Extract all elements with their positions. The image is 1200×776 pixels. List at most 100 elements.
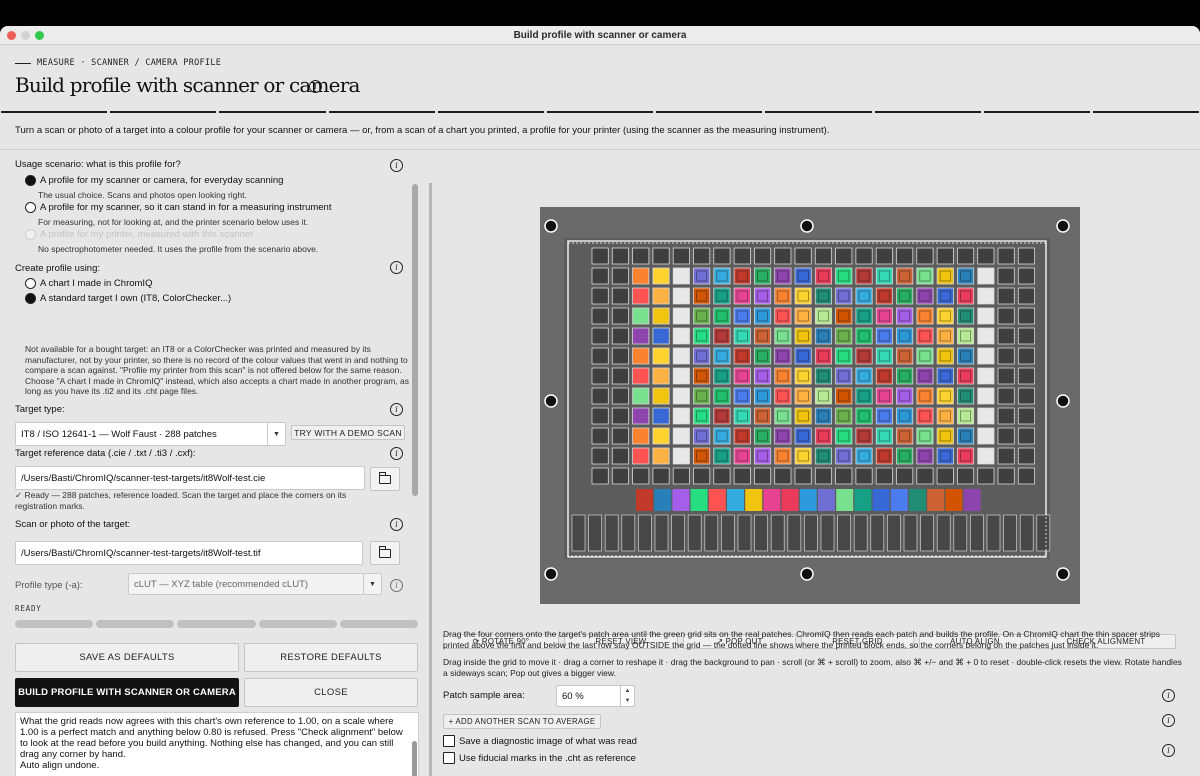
patch <box>956 347 975 365</box>
info-icon[interactable]: i <box>390 518 403 531</box>
patch <box>1017 407 1035 425</box>
scan-preview-canvas[interactable] <box>540 207 1080 604</box>
info-icon[interactable]: i <box>390 403 403 416</box>
patch <box>733 267 751 285</box>
patch <box>916 247 934 265</box>
close-button[interactable]: CLOSE <box>244 678 418 707</box>
close-window-button[interactable] <box>7 31 16 40</box>
patch <box>977 467 995 485</box>
fiducial-marks-checkbox[interactable]: Use fiducial marks in the .cht as refere… <box>443 752 636 764</box>
corner-handle-icon <box>1056 219 1070 233</box>
patch <box>1017 327 1035 345</box>
gray-bar <box>903 514 918 552</box>
panel-splitter[interactable] <box>429 183 432 776</box>
scan-path-input[interactable]: /Users/Basti/ChromIQ/scanner-test-target… <box>15 541 363 565</box>
patch <box>956 387 975 405</box>
gray-strip-patch <box>963 489 981 511</box>
minimize-window-button[interactable] <box>21 31 30 40</box>
radio-icon <box>25 278 36 289</box>
patch <box>997 327 1015 345</box>
create-option-chromiq[interactable]: A chart I made in ChromIQ <box>25 278 152 289</box>
patch <box>693 447 711 465</box>
patch <box>611 287 630 305</box>
reference-path-input[interactable]: /Users/Basti/ChromIQ/scanner-test-target… <box>15 466 365 490</box>
browse-reference-button[interactable] <box>370 467 400 491</box>
gray-bar <box>737 514 752 552</box>
gray-bar <box>1019 514 1034 552</box>
info-icon[interactable]: i <box>390 447 403 460</box>
patch <box>652 247 670 265</box>
patch <box>997 407 1015 425</box>
patch <box>713 467 731 485</box>
window-title: Build profile with scanner or camera <box>513 30 687 41</box>
patch <box>936 407 954 425</box>
patch <box>855 387 873 405</box>
patch <box>672 347 690 365</box>
patch <box>672 327 690 345</box>
save-defaults-button[interactable]: SAVE AS DEFAULTS <box>15 643 239 672</box>
info-icon[interactable]: i <box>309 80 322 93</box>
create-option-standard[interactable]: A standard target I own (IT8, ColorCheck… <box>25 293 231 304</box>
diagnostic-image-checkbox[interactable]: Save a diagnostic image of what was read <box>443 735 637 747</box>
patch <box>997 387 1015 405</box>
demo-scan-button[interactable]: TRY WITH A DEMO SCAN <box>291 425 405 440</box>
usage-hint: No spectrophotometer needed. It uses the… <box>38 244 319 254</box>
patch <box>835 407 853 425</box>
patch <box>896 287 914 305</box>
patch <box>896 367 914 385</box>
patch <box>1017 247 1035 265</box>
patch <box>693 387 711 405</box>
settings-scrollbar[interactable] <box>412 184 418 496</box>
log-scrollbar[interactable] <box>412 741 417 776</box>
chevron-down-icon: ▼ <box>363 574 381 594</box>
patch <box>855 367 873 385</box>
patch <box>997 287 1015 305</box>
stepper-arrows-icon[interactable]: ▲ ▼ <box>620 686 634 706</box>
add-scan-button[interactable]: + ADD ANOTHER SCAN TO AVERAGE <box>443 714 601 729</box>
target-type-select[interactable]: IT8 / ISO 12641-1 — Wolf Faust · 288 pat… <box>15 422 286 446</box>
patch <box>713 447 731 465</box>
patch <box>753 367 772 385</box>
build-profile-button[interactable]: BUILD PROFILE WITH SCANNER OR CAMERA <box>15 678 239 707</box>
patch <box>652 387 670 405</box>
profile-type-select[interactable]: cLUT — XYZ table (recommended cLUT) ▼ <box>128 573 382 595</box>
progress-bar <box>15 620 419 629</box>
gray-strip-patch <box>708 489 726 511</box>
patch <box>977 407 995 425</box>
restore-defaults-button[interactable]: RESTORE DEFAULTS <box>244 643 418 672</box>
info-icon[interactable]: i <box>390 261 403 274</box>
patch <box>936 387 954 405</box>
maximize-window-button[interactable] <box>35 31 44 40</box>
patch <box>936 287 954 305</box>
patch <box>956 287 975 305</box>
patch-sample-stepper[interactable]: 60 % ▲ ▼ <box>556 685 635 707</box>
gray-bar <box>571 514 586 552</box>
patch <box>611 327 630 345</box>
usage-option-instrument[interactable]: A profile for my scanner, so it can stan… <box>25 202 331 213</box>
patch <box>713 407 731 425</box>
browse-scan-button[interactable] <box>370 541 400 565</box>
target-scan-image[interactable] <box>540 207 1080 604</box>
info-icon[interactable]: i <box>1162 744 1175 757</box>
info-icon[interactable]: i <box>1162 689 1175 702</box>
patch <box>875 267 893 285</box>
patch <box>652 427 670 445</box>
patch <box>672 267 690 285</box>
usage-hint: The usual choice. Scans and photos open … <box>38 190 247 200</box>
patch <box>672 367 690 385</box>
patch <box>753 467 772 485</box>
usage-option-scanner[interactable]: A profile for my scanner or camera, for … <box>25 175 283 186</box>
gray-strip-patch <box>799 489 817 511</box>
patch <box>794 247 812 265</box>
patch <box>936 327 954 345</box>
gray-bar <box>671 514 685 552</box>
info-icon[interactable]: i <box>390 579 403 592</box>
patch <box>997 467 1015 485</box>
patch <box>916 407 934 425</box>
gray-bar <box>704 514 719 552</box>
patch <box>733 247 751 265</box>
info-icon[interactable]: i <box>390 159 403 172</box>
patch <box>733 367 751 385</box>
patch <box>956 247 975 265</box>
info-icon[interactable]: i <box>1162 714 1175 727</box>
